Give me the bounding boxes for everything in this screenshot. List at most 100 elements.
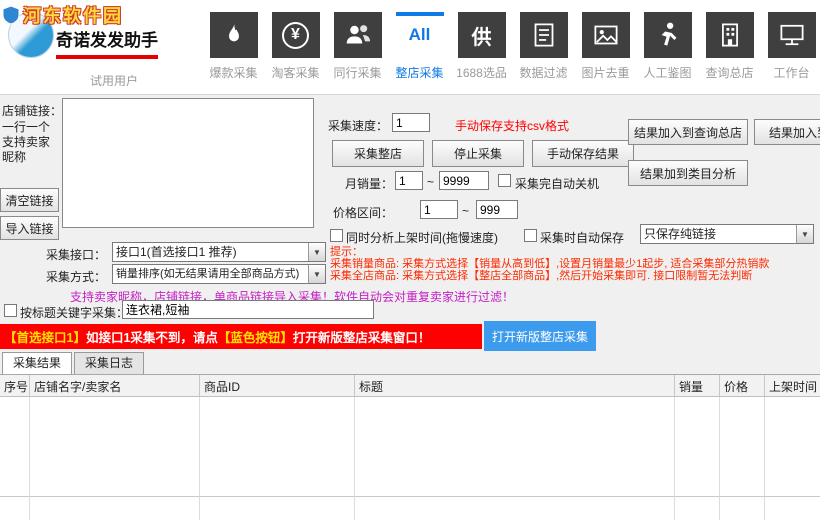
toolbar-item-label: 图片去重 xyxy=(581,66,630,80)
toolbar-item-workbench[interactable]: 工作台 xyxy=(761,4,820,81)
mode-value: 销量排序(如无结果请用全部商品方式) xyxy=(116,268,300,280)
shop-links-hints: 一行一个 支持卖家昵称 xyxy=(2,120,60,165)
chevron-down-icon: ▼ xyxy=(796,225,813,243)
keyword-checkbox[interactable] xyxy=(4,304,17,317)
monthly-min-input[interactable] xyxy=(395,171,423,190)
toolbar-item-label: 人工鉴图 xyxy=(643,66,692,80)
flame-icon xyxy=(209,12,258,58)
banner-part2: 如接口1采集不到，请点 xyxy=(85,331,218,345)
save-mode-value: 只保存纯链接 xyxy=(644,227,717,241)
csv-note: 手动保存支持csv格式 xyxy=(455,119,570,133)
toolbar-item-manual-review[interactable]: 人工鉴图 xyxy=(637,4,698,81)
table-row xyxy=(0,497,820,520)
col-header-title[interactable]: 标题 xyxy=(355,375,675,396)
document-lines-icon xyxy=(519,12,568,58)
tab-collect-results[interactable]: 采集结果 xyxy=(2,352,73,374)
shutdown-checkbox[interactable] xyxy=(498,174,511,187)
toolbar-item-label: 整店采集 xyxy=(395,66,444,80)
interface-warning-banner: 【首选接口1】 如接口1采集不到，请点 【蓝色按钮】 打开新版整店采集窗口！ xyxy=(0,324,482,349)
person-icon xyxy=(643,12,692,58)
analyze-time-checkbox[interactable] xyxy=(330,229,343,242)
shop-links-textarea[interactable] xyxy=(62,98,314,228)
toolbar-item-label: 数据过滤 xyxy=(519,66,568,80)
banner-part3: 【蓝色按钮】 xyxy=(217,331,293,345)
app-window: 河东软件园 奇诺发发助手 试用用户 爆款采集 ¥ 淘客采集 同行采集 All 整… xyxy=(0,0,820,520)
price-range-label: 价格区间： xyxy=(333,206,394,220)
results-table: 序号 店铺名字/卖家名 商品ID 标题 销量 价格 上架时间 xyxy=(0,374,820,520)
table-row xyxy=(0,397,820,497)
toolbar-item-peer-collect[interactable]: 同行采集 xyxy=(327,4,388,81)
col-header-shop-name[interactable]: 店铺名字/卖家名 xyxy=(30,375,200,396)
price-tilde: ~ xyxy=(462,204,470,218)
keyword-input[interactable] xyxy=(122,300,374,319)
analyze-time-label: 同时分析上架时间(拖慢速度) xyxy=(346,231,498,245)
monthly-tilde: ~ xyxy=(427,175,435,189)
app-title: 奇诺发发助手 xyxy=(56,26,158,59)
add-to-category-button[interactable]: 结果加到类目分析 xyxy=(628,160,748,186)
watermark-text: 河东软件园 xyxy=(23,6,123,26)
toolbar-item-whole-store-collect[interactable]: All 整店采集 xyxy=(389,4,450,81)
monthly-max-input[interactable] xyxy=(439,171,489,190)
shutdown-label: 采集完自动关机 xyxy=(515,177,600,191)
price-min-input[interactable] xyxy=(420,200,458,219)
mode-label: 采集方式： xyxy=(46,270,107,284)
shop-links-label: 店铺链接： xyxy=(2,104,63,118)
yen-glyph: ¥ xyxy=(282,21,309,49)
price-max-input[interactable] xyxy=(476,200,518,219)
api-select[interactable]: 接口1(首选接口1 推荐) ▼ xyxy=(112,242,326,262)
toolbar-item-taoke-collect[interactable]: ¥ 淘客采集 xyxy=(265,4,326,81)
people-icon xyxy=(333,12,382,58)
image-icon xyxy=(581,12,630,58)
autosave-label: 采集时自动保存 xyxy=(540,231,625,245)
yen-icon: ¥ xyxy=(271,12,320,58)
toolbar-item-label: 1688选品 xyxy=(456,66,507,80)
banner-part1: 【首选接口1】 xyxy=(4,331,86,345)
supply-glyph: 供 xyxy=(471,26,492,49)
toolbar-item-label: 工作台 xyxy=(773,66,810,80)
tab-collect-log[interactable]: 采集日志 xyxy=(74,352,145,374)
watermark: 河东软件园 xyxy=(2,2,123,28)
add-to-other-button[interactable]: 结果加入到 xyxy=(754,119,820,145)
col-header-product-id[interactable]: 商品ID xyxy=(200,375,355,396)
toolbar-item-label: 爆款采集 xyxy=(209,66,258,80)
tip-line-2: 采集全店商品: 采集方式选择【整店全部商品】,然后开始采集即可. 接口限制暂无法… xyxy=(330,270,753,282)
supply-glyph-icon: 供 xyxy=(457,12,506,58)
col-header-listed-time[interactable]: 上架时间 xyxy=(765,375,820,396)
toolbar-item-data-filter[interactable]: 数据过滤 xyxy=(513,4,574,81)
clear-links-button[interactable]: 清空链接 xyxy=(0,188,59,212)
stop-collect-button[interactable]: 停止采集 xyxy=(432,140,524,167)
user-status: 试用用户 xyxy=(90,74,139,88)
all-badge-icon: All xyxy=(395,12,444,58)
header: 河东软件园 奇诺发发助手 试用用户 爆款采集 ¥ 淘客采集 同行采集 All 整… xyxy=(0,0,820,95)
toolbar-item-1688-selection[interactable]: 供 1688选品 xyxy=(451,4,512,81)
toolbar-item-hot-collect[interactable]: 爆款采集 xyxy=(203,4,264,81)
toolbar-item-label: 查询总店 xyxy=(705,66,754,80)
table-header-row: 序号 店铺名字/卖家名 商品ID 标题 销量 价格 上架时间 xyxy=(0,375,820,397)
result-tabs: 采集结果 采集日志 xyxy=(2,352,146,374)
add-to-query-store-button[interactable]: 结果加入到查询总店 xyxy=(628,119,748,145)
building-icon xyxy=(705,12,754,58)
start-collect-button[interactable]: 采集整店 xyxy=(332,140,424,167)
save-mode-select[interactable]: 只保存纯链接 ▼ xyxy=(640,224,814,244)
speed-label: 采集速度： xyxy=(328,119,389,133)
chevron-down-icon: ▼ xyxy=(308,265,325,283)
col-header-sales[interactable]: 销量 xyxy=(675,375,720,396)
manual-save-button[interactable]: 手动保存结果 xyxy=(532,140,634,167)
monitor-icon xyxy=(767,12,816,58)
open-new-collect-window-button[interactable]: 打开新版整店采集 xyxy=(484,321,596,351)
col-header-index[interactable]: 序号 xyxy=(0,375,30,396)
chevron-down-icon: ▼ xyxy=(308,243,325,261)
toolbar-item-query-store[interactable]: 查询总店 xyxy=(699,4,760,81)
keyword-label: 按标题关键字采集： xyxy=(20,306,129,320)
hint-one-per-line: 一行一个 xyxy=(2,120,51,134)
speed-input[interactable] xyxy=(392,113,430,132)
toolbar-item-label: 淘客采集 xyxy=(271,66,320,80)
api-label: 采集接口： xyxy=(46,248,107,262)
col-header-price[interactable]: 价格 xyxy=(720,375,765,396)
shield-icon xyxy=(2,5,20,25)
toolbar: 爆款采集 ¥ 淘客采集 同行采集 All 整店采集 供 1688选品 数据过滤 … xyxy=(203,4,820,81)
autosave-checkbox[interactable] xyxy=(524,229,537,242)
toolbar-item-image-dedupe[interactable]: 图片去重 xyxy=(575,4,636,81)
mode-select[interactable]: 销量排序(如无结果请用全部商品方式) ▼ xyxy=(112,264,326,284)
import-links-button[interactable]: 导入链接 xyxy=(0,216,59,240)
